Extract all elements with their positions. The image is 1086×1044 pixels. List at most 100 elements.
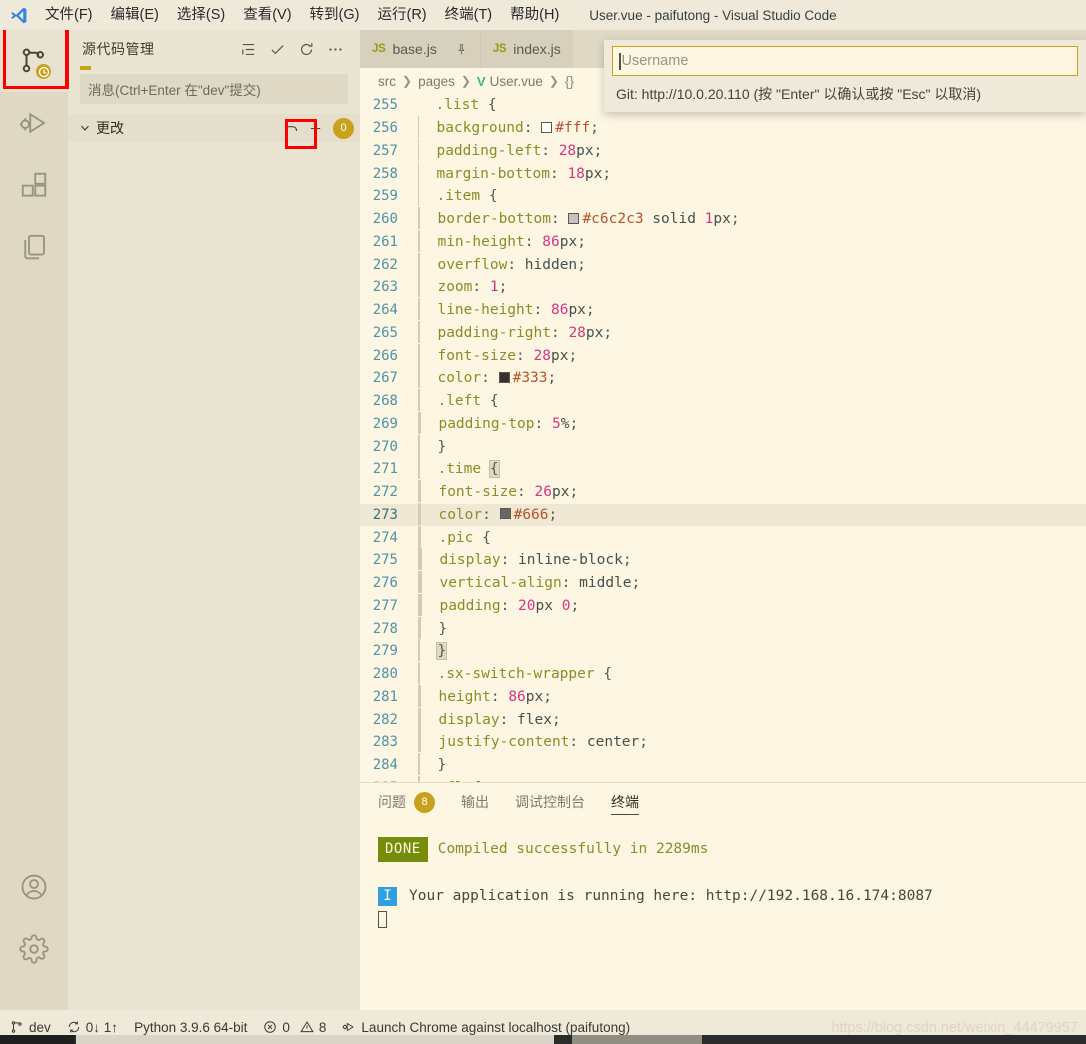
line-number: 261 xyxy=(372,233,398,250)
code-line[interactable]: 282 display: flex; xyxy=(360,707,1086,731)
code-text: font-size: 26px; xyxy=(418,480,578,503)
code-token: ; xyxy=(577,256,586,273)
code-line[interactable]: 261 min-height: 86px; xyxy=(360,229,1086,254)
code-token: background xyxy=(436,120,524,137)
breadcrumb-file[interactable]: User.vue xyxy=(490,74,543,89)
code-line[interactable]: 277 padding: 20px 0; xyxy=(360,593,1086,618)
activity-run-and-debug-icon[interactable] xyxy=(0,92,68,154)
discard-all-changes-icon[interactable] xyxy=(279,117,303,139)
code-editor[interactable]: 255 .list {256 background: #fff; 257 padd… xyxy=(360,94,1086,782)
code-line[interactable]: 257 padding-left: 28px; xyxy=(360,138,1086,163)
status-branch[interactable]: dev xyxy=(10,1020,51,1035)
activity-settings-gear-icon[interactable] xyxy=(0,918,68,980)
problems-count-badge: 8 xyxy=(414,791,435,813)
panel-tab-output[interactable]: 输出 xyxy=(461,783,489,821)
code-token: 18 xyxy=(567,165,585,182)
menu-help[interactable]: 帮助(H) xyxy=(501,5,568,26)
more-actions-icon[interactable] xyxy=(321,36,350,62)
code-line[interactable]: 266 font-size: 28px; xyxy=(360,343,1086,367)
activity-extensions-icon[interactable] xyxy=(0,154,68,216)
code-line[interactable]: 280 .sx-switch-wrapper { xyxy=(360,662,1086,686)
panel-tab-debug-console[interactable]: 调试控制台 xyxy=(515,783,585,821)
commit-message-input[interactable]: 消息(Ctrl+Enter 在"dev"提交) xyxy=(80,74,348,104)
code-line[interactable]: 272 font-size: 26px; xyxy=(360,480,1086,504)
code-text: padding: 20px 0; xyxy=(418,593,579,617)
menu-run[interactable]: 运行(R) xyxy=(368,5,435,26)
code-line[interactable]: 284 } xyxy=(360,753,1086,777)
code-line[interactable]: 276 vertical-align: middle; xyxy=(360,571,1086,595)
code-token: .time xyxy=(437,461,490,478)
code-line[interactable]: 279 } xyxy=(360,639,1086,663)
chevron-down-icon[interactable] xyxy=(76,122,94,134)
code-text: .list { xyxy=(418,97,496,113)
commit-check-icon[interactable] xyxy=(263,36,292,62)
menu-selection[interactable]: 选择(S) xyxy=(168,5,234,26)
code-token: ; xyxy=(730,211,740,228)
status-sync[interactable]: 0↓ 1↑ xyxy=(67,1020,118,1035)
code-token: 20 xyxy=(518,597,536,614)
panel-tab-terminal[interactable]: 终端 xyxy=(611,783,639,821)
code-token: { xyxy=(488,460,500,479)
stage-all-changes-icon[interactable] xyxy=(303,117,327,139)
menu-view[interactable]: 查看(V) xyxy=(234,5,300,26)
refresh-icon[interactable] xyxy=(292,36,321,62)
status-problems[interactable]: 0 8 xyxy=(263,1020,326,1035)
activity-source-control-icon[interactable] xyxy=(0,30,68,92)
code-line[interactable]: 265 padding-right: 28px; xyxy=(360,320,1086,345)
indent-guide xyxy=(419,457,420,480)
code-text: min-height: 86px; xyxy=(418,229,586,253)
breadcrumb-src[interactable]: src xyxy=(378,74,396,89)
username-input-field[interactable]: Username xyxy=(612,46,1078,76)
tab-index-js[interactable]: JS index.js xyxy=(479,30,573,68)
code-line[interactable]: 275 display: inline-block; xyxy=(360,548,1086,572)
panel-tab-problems[interactable]: 问题 8 xyxy=(378,783,435,821)
code-line[interactable]: 278 } xyxy=(360,616,1086,640)
code-line[interactable]: 259 .item { xyxy=(360,184,1086,208)
code-token: { xyxy=(489,393,499,410)
activity-account-icon[interactable] xyxy=(0,856,68,918)
breadcrumb-pages[interactable]: pages xyxy=(418,74,455,89)
indent-guide xyxy=(420,730,421,753)
code-line[interactable]: 273 color: #666; xyxy=(360,502,1086,527)
code-line[interactable]: 258 margin-bottom: 18px; xyxy=(360,161,1086,185)
tab-base-js[interactable]: JS base.js xyxy=(360,30,480,68)
menu-edit[interactable]: 编辑(E) xyxy=(102,5,168,26)
quick-input-hint: Git: http://10.0.20.110 (按 "Enter" 以确认或按… xyxy=(616,86,982,102)
code-line[interactable]: 269 padding-top: 5%; xyxy=(360,411,1086,436)
code-line[interactable]: 260 border-bottom: #c6c2c3 solid 1px; xyxy=(360,207,1086,231)
view-as-list-icon[interactable] xyxy=(234,36,263,62)
code-token: hidden xyxy=(524,256,578,273)
code-text: .sx-switch-wrapper { xyxy=(418,662,612,685)
code-line[interactable]: 271 .time { xyxy=(360,457,1086,481)
breadcrumb-symbol[interactable]: {} xyxy=(565,74,574,89)
menu-terminal[interactable]: 终端(T) xyxy=(436,5,502,26)
browser-scrollbar[interactable] xyxy=(0,1035,1086,1044)
activity-copy-files-icon[interactable] xyxy=(0,216,68,278)
pin-icon[interactable] xyxy=(455,43,468,56)
menu-go[interactable]: 转到(G) xyxy=(301,5,369,26)
code-line[interactable]: 281 height: 86px; xyxy=(360,684,1086,709)
terminal-output[interactable]: DONE Compiled successfully in 2289ms I Y… xyxy=(360,821,1086,928)
line-number: 256 xyxy=(372,120,398,137)
code-line[interactable]: 256 background: #fff; xyxy=(360,116,1086,140)
code-token: ; xyxy=(590,120,599,137)
code-line[interactable]: 262 overflow: hidden; xyxy=(360,252,1086,276)
code-line[interactable]: 264 line-height: 86px; xyxy=(360,298,1086,322)
code-line[interactable]: 270 } xyxy=(360,434,1086,458)
code-line[interactable]: 274 .pic { xyxy=(360,525,1086,549)
code-line[interactable]: 283 justify-content: center; xyxy=(360,730,1086,754)
code-token: } xyxy=(436,642,448,661)
code-line[interactable]: 268 .left { xyxy=(360,389,1086,413)
code-line[interactable]: 263 zoom: 1; xyxy=(360,275,1086,299)
changes-section-header[interactable]: 更改 0 xyxy=(68,114,360,142)
code-line[interactable]: 267 color: #333; xyxy=(360,366,1086,390)
scrollbar-thumb-dark[interactable] xyxy=(572,1035,702,1044)
code-token: ; xyxy=(585,302,595,319)
code-token: px xyxy=(568,302,586,319)
status-python[interactable]: Python 3.9.6 64-bit xyxy=(134,1020,247,1035)
status-launch-config[interactable]: Launch Chrome against localhost (paifuto… xyxy=(342,1020,630,1035)
indent-guide xyxy=(419,434,420,457)
scrollbar-thumb-light[interactable] xyxy=(76,1035,554,1044)
menu-file[interactable]: 文件(F) xyxy=(36,5,102,26)
code-token: : xyxy=(472,279,490,296)
